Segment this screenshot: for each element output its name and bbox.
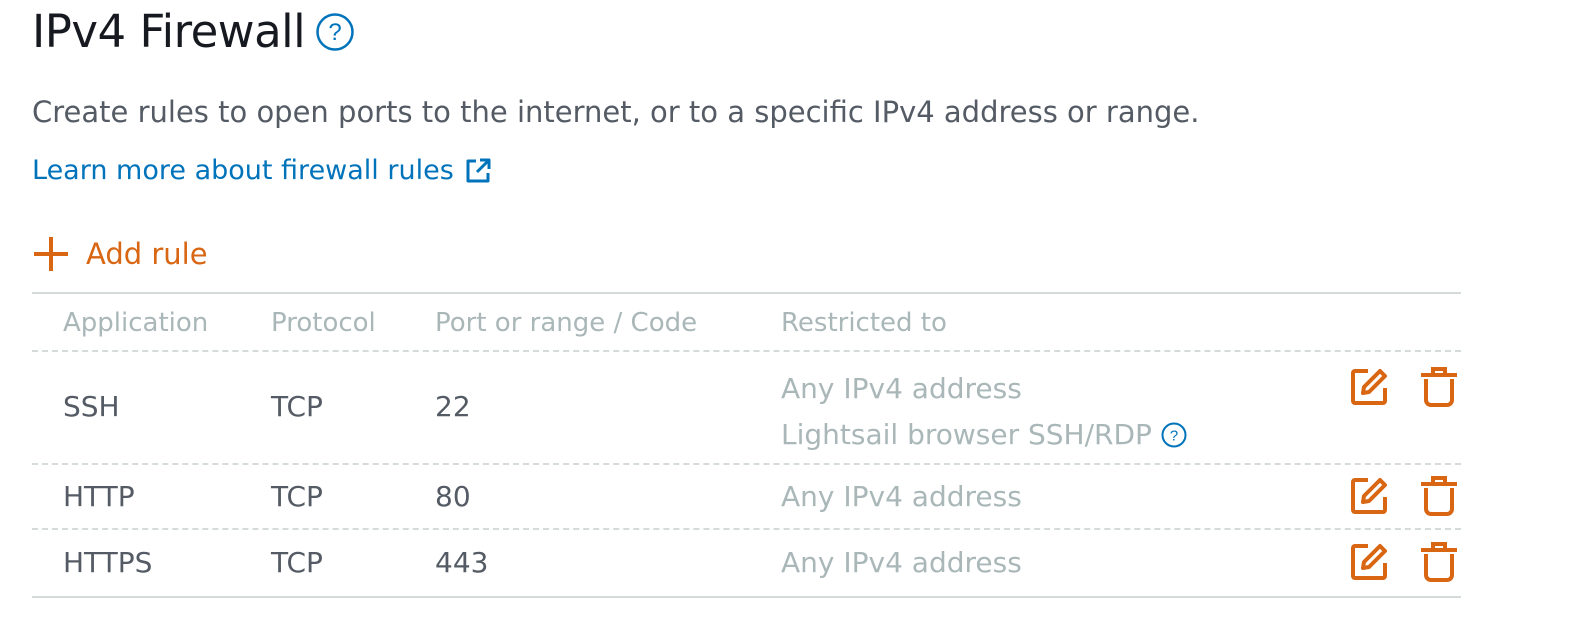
restricted-to-value: Any IPv4 address bbox=[781, 546, 1022, 579]
column-header-restricted-to: Restricted to bbox=[781, 308, 947, 338]
add-rule-label: Add rule bbox=[86, 237, 208, 271]
row-actions bbox=[1348, 366, 1460, 408]
svg-text:?: ? bbox=[328, 19, 341, 46]
firewall-rules-table: Application Protocol Port or range / Cod… bbox=[32, 292, 1461, 598]
page-description: Create rules to open ports to the intern… bbox=[32, 95, 1200, 129]
table-header-row: Application Protocol Port or range / Cod… bbox=[32, 294, 1461, 352]
learn-more-link-label: Learn more about firewall rules bbox=[32, 155, 454, 186]
help-circle-icon[interactable]: ? bbox=[1160, 421, 1188, 449]
column-header-port: Port or range / Code bbox=[435, 308, 698, 338]
application-cell: HTTPS bbox=[63, 546, 153, 579]
restricted-to-value: Any IPv4 address bbox=[781, 372, 1022, 405]
column-header-protocol: Protocol bbox=[271, 308, 376, 338]
protocol-cell: TCP bbox=[271, 546, 323, 579]
row-actions bbox=[1348, 475, 1460, 517]
row-actions bbox=[1348, 541, 1460, 583]
page-title: IPv4 Firewall bbox=[32, 5, 306, 58]
application-cell: SSH bbox=[63, 390, 120, 423]
trash-icon[interactable] bbox=[1418, 541, 1460, 583]
port-cell: 443 bbox=[435, 546, 489, 579]
port-cell: 22 bbox=[435, 390, 471, 423]
port-cell: 80 bbox=[435, 480, 471, 513]
trash-icon[interactable] bbox=[1418, 366, 1460, 408]
learn-more-link[interactable]: Learn more about firewall rules bbox=[32, 153, 492, 189]
plus-icon bbox=[32, 235, 70, 273]
add-rule-button[interactable]: Add rule bbox=[32, 234, 208, 274]
svg-text:?: ? bbox=[1170, 428, 1178, 445]
edit-icon[interactable] bbox=[1348, 366, 1390, 408]
table-row: SSH TCP 22 Any IPv4 address Lightsail br… bbox=[32, 352, 1461, 465]
edit-icon[interactable] bbox=[1348, 475, 1390, 517]
table-row: HTTPS TCP 443 Any IPv4 address bbox=[32, 530, 1461, 596]
application-cell: HTTP bbox=[63, 480, 135, 513]
trash-icon[interactable] bbox=[1418, 475, 1460, 517]
protocol-cell: TCP bbox=[271, 390, 323, 423]
restricted-to-value: Any IPv4 address bbox=[781, 480, 1022, 513]
restricted-to-line: Any IPv4 address bbox=[781, 366, 1188, 412]
restricted-to-line: Lightsail browser SSH/RDP ? bbox=[781, 412, 1188, 458]
page-header: IPv4 Firewall ? bbox=[32, 4, 355, 60]
edit-icon[interactable] bbox=[1348, 541, 1390, 583]
restricted-to-cell: Any IPv4 address Lightsail browser SSH/R… bbox=[781, 366, 1188, 458]
help-circle-icon[interactable]: ? bbox=[315, 12, 355, 52]
restricted-to-value: Lightsail browser SSH/RDP bbox=[781, 418, 1152, 451]
external-link-icon bbox=[464, 157, 492, 185]
column-header-application: Application bbox=[63, 308, 209, 338]
table-row: HTTP TCP 80 Any IPv4 address bbox=[32, 465, 1461, 530]
protocol-cell: TCP bbox=[271, 480, 323, 513]
